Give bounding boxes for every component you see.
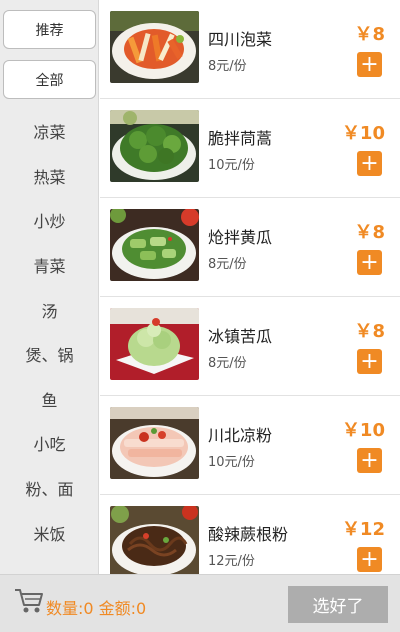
- category-item-hot-dishes[interactable]: 热菜: [0, 154, 99, 199]
- dish-row[interactable]: 脆拌茼蒿 10元/份 ￥10 +: [100, 99, 400, 198]
- category-sidebar: 推荐 全部 凉菜 热菜 小炒 青菜 汤 煲、锅 鱼 小吃 粉、面 米饭: [0, 0, 99, 574]
- dish-unit-price: 8元/份: [208, 356, 247, 371]
- category-item-fish[interactable]: 鱼: [0, 377, 99, 422]
- all-button[interactable]: 全部: [3, 60, 96, 99]
- cart-bar: 数量:0 金额:0 选好了: [0, 574, 400, 632]
- dish-image: [110, 506, 199, 574]
- dish-unit-price: 10元/份: [208, 455, 255, 470]
- dish-unit-price: 10元/份: [208, 158, 255, 173]
- dish-image: [110, 209, 199, 281]
- dish-image: [110, 11, 199, 83]
- dish-name: 四川泡菜: [208, 30, 273, 49]
- category-list: 凉菜 热菜 小炒 青菜 汤 煲、锅 鱼 小吃 粉、面 米饭: [0, 109, 99, 555]
- dish-price: ￥10: [341, 420, 385, 441]
- plus-icon: +: [360, 546, 379, 572]
- dish-row[interactable]: 冰镇苦瓜 8元/份 ￥8 +: [100, 297, 400, 396]
- dish-unit-price: 8元/份: [208, 59, 247, 74]
- plus-icon: +: [360, 249, 379, 275]
- category-item-pot[interactable]: 煲、锅: [0, 332, 99, 377]
- dish-price: ￥8: [354, 321, 385, 342]
- category-item-snacks[interactable]: 小吃: [0, 421, 99, 466]
- category-item-noodles[interactable]: 粉、面: [0, 466, 99, 511]
- category-item-cold-dishes[interactable]: 凉菜: [0, 109, 99, 154]
- dish-image: [110, 407, 199, 479]
- dish-list[interactable]: 四川泡菜 8元/份 ￥8 + 脆拌茼蒿 10元/份 ￥10 + 炝拌黄瓜 8元/…: [100, 0, 400, 574]
- dish-name: 酸辣蕨根粉: [208, 525, 289, 544]
- plus-icon: +: [360, 447, 379, 473]
- dish-unit-price: 12元/份: [208, 554, 255, 569]
- dish-row[interactable]: 四川泡菜 8元/份 ￥8 +: [100, 0, 400, 99]
- dish-unit-price: 8元/份: [208, 257, 247, 272]
- add-dish-button[interactable]: +: [357, 349, 382, 374]
- dish-price: ￥12: [341, 519, 385, 540]
- dish-price: ￥8: [354, 222, 385, 243]
- plus-icon: +: [360, 348, 379, 374]
- dish-row[interactable]: 川北凉粉 10元/份 ￥10 +: [100, 396, 400, 495]
- add-dish-button[interactable]: +: [357, 448, 382, 473]
- cart-summary: 数量:0 金额:0: [46, 599, 147, 618]
- dish-price: ￥8: [354, 24, 385, 45]
- shopping-cart-icon[interactable]: [14, 587, 44, 615]
- dish-price: ￥10: [341, 123, 385, 144]
- dish-image: [110, 308, 199, 380]
- plus-icon: +: [360, 150, 379, 176]
- category-item-soup[interactable]: 汤: [0, 287, 99, 332]
- category-item-greens[interactable]: 青菜: [0, 243, 99, 288]
- add-dish-button[interactable]: +: [357, 52, 382, 77]
- category-item-rice[interactable]: 米饭: [0, 510, 99, 555]
- dish-image: [110, 110, 199, 182]
- done-button[interactable]: 选好了: [288, 586, 388, 623]
- dish-name: 炝拌黄瓜: [208, 228, 273, 247]
- recommend-button[interactable]: 推荐: [3, 10, 96, 49]
- dish-row[interactable]: 炝拌黄瓜 8元/份 ￥8 +: [100, 198, 400, 297]
- dish-row[interactable]: 酸辣蕨根粉 12元/份 ￥12 +: [100, 495, 400, 574]
- add-dish-button[interactable]: +: [357, 250, 382, 275]
- add-dish-button[interactable]: +: [357, 151, 382, 176]
- dish-name: 冰镇苦瓜: [208, 327, 273, 346]
- plus-icon: +: [360, 51, 379, 77]
- category-item-stir-fry[interactable]: 小炒: [0, 198, 99, 243]
- add-dish-button[interactable]: +: [357, 547, 382, 572]
- dish-name: 川北凉粉: [208, 426, 273, 445]
- dish-name: 脆拌茼蒿: [208, 129, 273, 148]
